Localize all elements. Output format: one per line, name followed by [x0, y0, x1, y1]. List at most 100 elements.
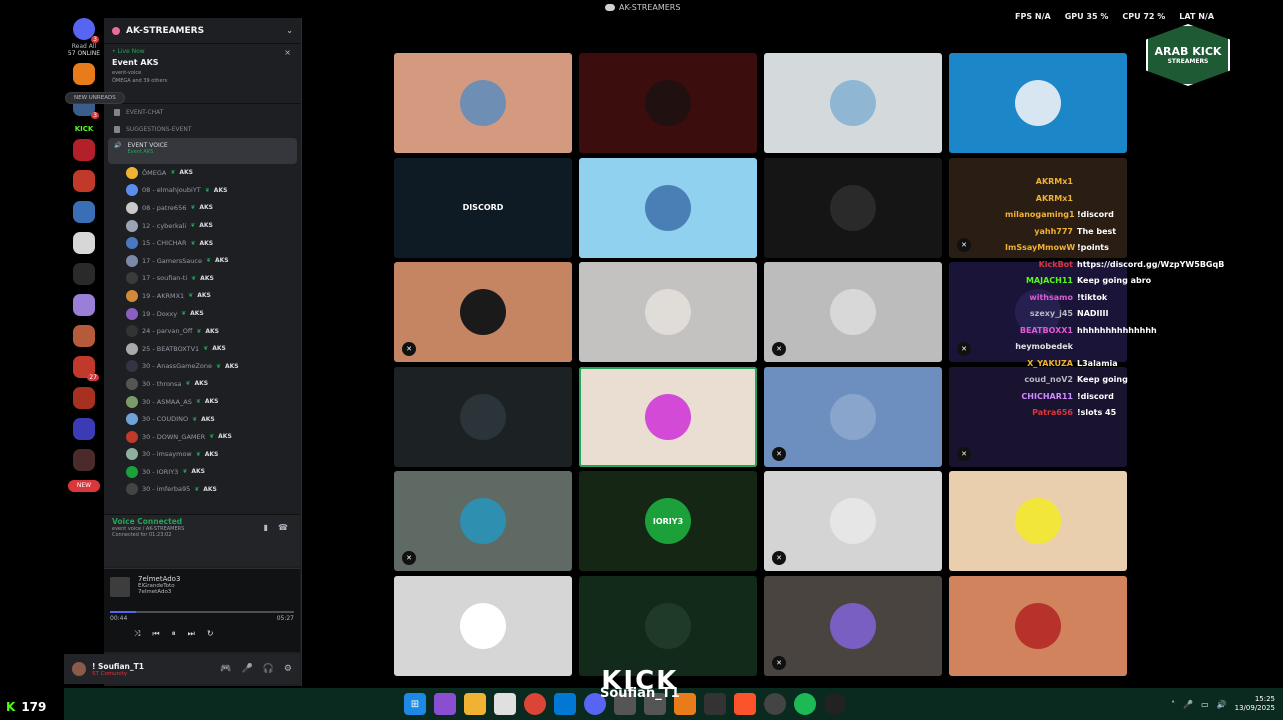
voice-user[interactable]: 19 - Doxxy ❦ AKS — [104, 305, 301, 323]
shuffle-icon[interactable]: ⤨ — [134, 629, 140, 639]
server-icon[interactable] — [73, 263, 95, 285]
server-header[interactable]: AK-STREAMERS ⌄ — [104, 18, 301, 44]
obs-icon[interactable] — [764, 693, 786, 715]
voice-user[interactable]: 30 - IORIY3 ❦ AKS — [104, 463, 301, 481]
clock[interactable]: 15:25 13/09/2025 — [1235, 695, 1275, 713]
app-icon[interactable] — [704, 693, 726, 715]
network-icon[interactable]: ▭ — [1201, 700, 1209, 709]
gear-icon[interactable]: ⚙ — [284, 664, 292, 674]
spotify-icon[interactable] — [794, 693, 816, 715]
disconnect-icon[interactable]: ☎ — [278, 523, 288, 532]
outlook-icon[interactable] — [554, 693, 576, 715]
voice-user[interactable]: 08 - elmahjoubiYT ❦ AKS — [104, 182, 301, 200]
microphone-icon[interactable]: 🎤 — [1183, 700, 1193, 709]
progress-bar[interactable] — [110, 611, 294, 613]
headphones-icon[interactable]: 🎧 — [263, 664, 274, 674]
pause-icon[interactable]: ⏸ — [172, 629, 176, 639]
chat-message: szexy_j45 NADIIII — [1005, 309, 1235, 326]
brave-icon[interactable] — [734, 693, 756, 715]
chevron-up-icon[interactable]: ˄ — [1171, 700, 1175, 709]
server-icon[interactable] — [73, 418, 95, 440]
channel-item[interactable]: SUGGESTIONS-EVENT — [104, 121, 301, 138]
file-explorer-icon[interactable] — [464, 693, 486, 715]
voice-user[interactable]: 30 - imferba95 ❦ AKS — [104, 481, 301, 499]
voice-user[interactable]: 25 - BEATBOXTV1 ❦ AKS — [104, 340, 301, 358]
kick-server-icon[interactable]: KICK — [64, 125, 104, 133]
server-icon[interactable] — [73, 325, 95, 347]
participant-avatar — [645, 393, 691, 440]
microphone-icon[interactable]: 🎤 — [241, 664, 252, 674]
chrome-icon[interactable] — [524, 693, 546, 715]
new-unreads-button[interactable]: NEW UNREADS — [65, 92, 125, 104]
video-tile[interactable]: ✕ — [764, 366, 942, 467]
video-tile[interactable] — [394, 53, 572, 153]
server-icon[interactable] — [73, 63, 95, 85]
voice-user[interactable]: 08 - patre656 ❦ AKS — [104, 199, 301, 217]
repeat-icon[interactable]: ↻ — [207, 629, 214, 639]
video-tile[interactable]: IORIY3 — [579, 471, 757, 571]
server-icon[interactable] — [73, 232, 95, 254]
avatar — [126, 325, 138, 338]
server-icon[interactable] — [73, 449, 95, 471]
video-tile[interactable]: ✕ — [394, 262, 572, 362]
avatar — [126, 201, 138, 214]
voice-user[interactable]: 24 - parvan_Off ❦ AKS — [104, 322, 301, 340]
video-tile[interactable]: ✕ — [764, 262, 942, 362]
voice-user[interactable]: 30 - thronsa ❦ AKS — [104, 375, 301, 393]
video-tile[interactable] — [949, 471, 1127, 571]
server-icon[interactable] — [73, 294, 95, 316]
video-tile[interactable]: ✕ — [764, 471, 942, 571]
copilot-icon[interactable] — [434, 693, 456, 715]
voice-user[interactable]: 30 - imsaymow ❦ AKS — [104, 446, 301, 464]
video-tile[interactable] — [949, 53, 1127, 153]
video-tile[interactable] — [579, 575, 757, 676]
video-tile[interactable]: DISCORD — [394, 157, 572, 258]
participant-avatar — [645, 602, 691, 649]
voice-user[interactable]: 19 - AKRMX1 ❦ AKS — [104, 287, 301, 305]
video-tile[interactable] — [764, 157, 942, 258]
voice-user[interactable]: ÔMEGA ❦ AKS — [104, 164, 301, 182]
live-event-card[interactable]: • Live Now Event AKS event-voice ÔMEGA a… — [104, 44, 301, 104]
read-all-button[interactable]: Read All — [64, 43, 104, 50]
signal-icon[interactable]: ▮ — [264, 523, 268, 532]
voice-user[interactable]: 30 - DOWN_GAMER ❦ AKS — [104, 428, 301, 446]
start-menu-icon[interactable]: ⊞ — [404, 693, 426, 715]
app-icon[interactable] — [824, 693, 846, 715]
gamepad-icon[interactable]: 🎮 — [220, 664, 231, 674]
server-icon[interactable] — [73, 201, 95, 223]
voice-user[interactable]: 12 - cyberkali ❦ AKS — [104, 217, 301, 235]
previous-icon[interactable]: ⏮ — [152, 629, 159, 639]
close-icon[interactable]: × — [284, 48, 291, 57]
video-tile[interactable]: ✕ — [394, 471, 572, 571]
leaf-icon: ❦ — [182, 468, 188, 476]
video-tile[interactable]: ✕ — [764, 575, 942, 676]
chat-username: yahh777 — [1034, 226, 1073, 236]
voice-user[interactable]: 30 - COUDINO ❦ AKS — [104, 410, 301, 428]
video-tile[interactable] — [579, 53, 757, 153]
next-icon[interactable]: ⏭ — [188, 629, 195, 639]
volume-icon[interactable]: 🔊 — [1217, 700, 1227, 709]
video-tile[interactable] — [764, 53, 942, 153]
chat-message: yahh777 The best — [1005, 227, 1235, 244]
avatar[interactable] — [72, 662, 86, 676]
video-tile[interactable] — [949, 575, 1127, 676]
video-tile[interactable] — [579, 157, 757, 258]
video-tile[interactable] — [394, 366, 572, 467]
video-tile[interactable] — [394, 575, 572, 676]
channel-item[interactable]: EVENT-CHAT — [104, 104, 301, 121]
active-voice-channel[interactable]: 🔊 EVENT VOICE Event AKS — [108, 138, 297, 164]
voice-user[interactable]: 17 - soufian-ti ❦ AKS — [104, 270, 301, 288]
server-icon[interactable] — [73, 170, 95, 192]
store-icon[interactable] — [494, 693, 516, 715]
voice-user[interactable]: 17 - GamersSauce ❦ AKS — [104, 252, 301, 270]
discord-home-icon[interactable]: 3 — [73, 18, 99, 43]
voice-user[interactable]: 30 - ASMAA_AS ❦ AKS — [104, 393, 301, 411]
chevron-down-icon[interactable]: ⌄ — [286, 26, 293, 35]
video-tile[interactable] — [579, 366, 757, 467]
video-tile[interactable] — [579, 262, 757, 362]
voice-user[interactable]: 30 - AnassGameZone ❦ AKS — [104, 358, 301, 376]
voice-user[interactable]: 15 - CHICHAR ❦ AKS — [104, 234, 301, 252]
server-icon[interactable] — [73, 387, 95, 409]
server-icon[interactable] — [73, 139, 95, 161]
server-icon[interactable]: 27 — [73, 356, 99, 381]
